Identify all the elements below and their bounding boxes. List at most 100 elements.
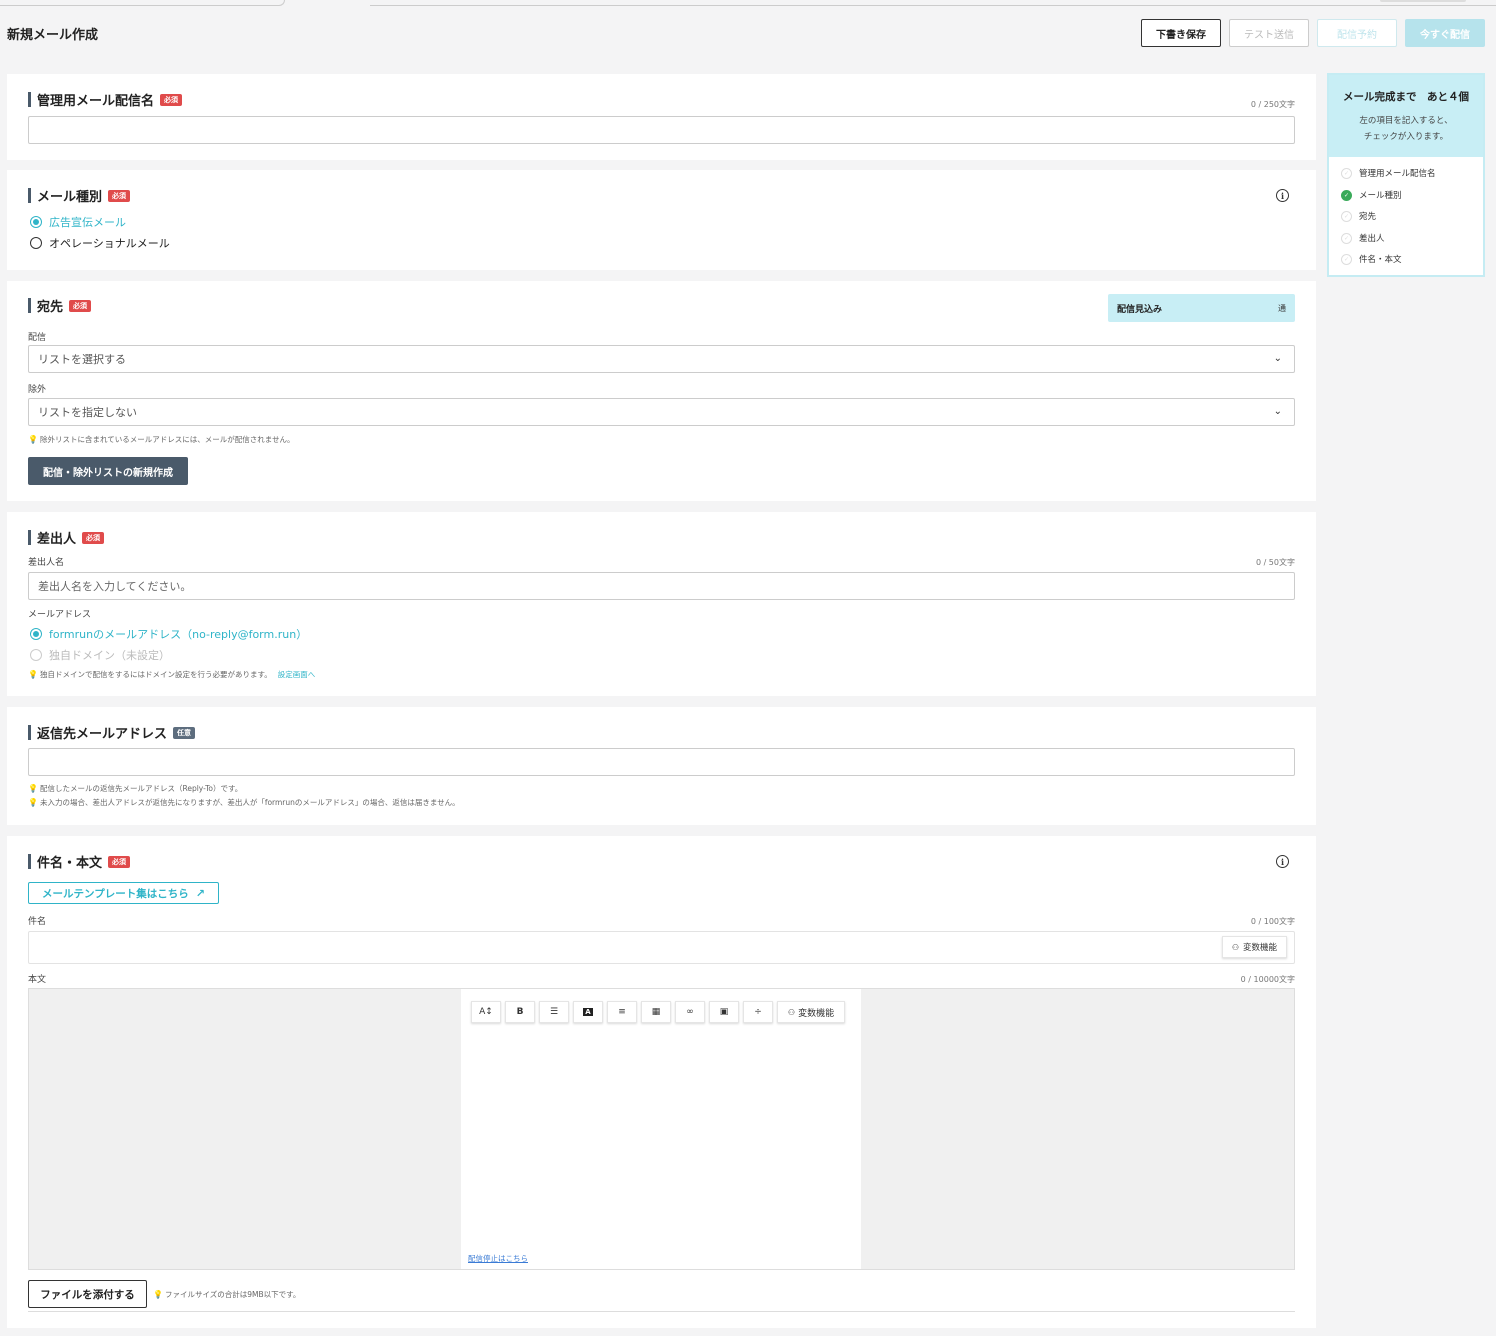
sidebar-item-subject-body: ✓ 件名・本文 — [1341, 253, 1402, 265]
info-icon[interactable]: i — [1276, 189, 1289, 202]
section-title: 返信先メールアドレス 任意 — [28, 723, 196, 742]
create-list-button[interactable]: 配信・除外リストの新規作成 — [28, 457, 188, 485]
test-send-button[interactable]: テスト送信 — [1229, 19, 1309, 47]
radio-label: 独自ドメイン（未設定） — [49, 649, 170, 662]
section-title: 管理用メール配信名 必須 — [28, 90, 183, 109]
template-link-button[interactable]: メールテンプレート集はこちら ↗ — [28, 882, 219, 904]
title-bar — [28, 854, 31, 869]
reply-hint-2: 💡 未入力の場合、差出人アドレスが返信先になりますが、差出人が「formrunの… — [28, 797, 460, 808]
unsubscribe-link[interactable]: 配信停止はこちら — [468, 1253, 528, 1264]
button-label: メールテンプレート集はこちら — [42, 887, 189, 900]
settings-link[interactable]: 設定画面へ — [278, 669, 316, 680]
save-draft-button[interactable]: 下書き保存 — [1141, 19, 1221, 47]
users-icon: ⚇ — [787, 1007, 796, 1017]
check-pending-icon: ✓ — [1341, 232, 1352, 244]
hint-text: 除外リストに含まれているメールアドレスには、メールが配信されません。 — [39, 435, 295, 444]
subtitle-line: チェックが入ります。 — [1363, 132, 1449, 142]
exclude-hint: 💡 除外リストに含まれているメールアドレスには、メールが配信されません。 — [28, 434, 295, 445]
subject-input[interactable]: ⚇ 変数機能 — [28, 931, 1295, 964]
table-icon[interactable]: ▦ — [641, 1001, 671, 1023]
char-counter: 0 / 10000文字 — [1240, 975, 1295, 984]
section-title-text: 管理用メール配信名 — [37, 94, 155, 109]
sidebar-title: メール完成まで あと４個 — [1343, 91, 1469, 103]
optional-badge: 任意 — [173, 726, 196, 739]
body-editor-frame: A↕ B ☰ A ≡ ▦ ∞ ▣ ÷ ⚇ 変数機能 配信停止はこちら — [28, 988, 1295, 1270]
divider-icon[interactable]: ÷ — [743, 1001, 773, 1023]
hint-text: 独自ドメインで配信をするにはドメイン設定を行う必要があります。 — [39, 670, 272, 679]
radio-operational[interactable]: オペレーショナルメール — [30, 235, 170, 251]
radio-unchecked-icon — [30, 237, 42, 249]
title-bar — [28, 725, 31, 740]
sidebar-item-label: 宛先 — [1359, 212, 1377, 222]
sidebar-item-sender: ✓ 差出人 — [1341, 232, 1385, 244]
exclude-select[interactable]: リストを指定しない ⌄ — [28, 398, 1295, 426]
required-badge: 必須 — [82, 531, 105, 544]
link-icon[interactable]: ∞ — [675, 1001, 705, 1023]
top-divider — [370, 5, 1496, 6]
sidebar-subtitle: 左の項目を記入すると、 チェックが入ります。 — [1329, 113, 1483, 145]
page-title: 新規メール作成 — [7, 28, 99, 43]
section-title-text: 返信先メールアドレス — [37, 727, 168, 742]
reply-to-input[interactable] — [28, 748, 1295, 776]
radio-formrun-address[interactable]: formrunのメールアドレス（no-reply@form.run） — [30, 626, 307, 642]
section-title-text: 件名・本文 — [37, 856, 103, 871]
check-pending-icon: ✓ — [1341, 210, 1352, 222]
section-admin-name: 管理用メール配信名 必須 0 / 250文字 — [7, 74, 1316, 160]
section-sender: 差出人 必須 差出人名 0 / 50文字 差出人名を入力してください。 メールア… — [7, 512, 1316, 696]
schedule-button[interactable]: 配信予約 — [1317, 19, 1397, 47]
char-counter: 0 / 50文字 — [1255, 558, 1295, 567]
required-badge: 必須 — [160, 93, 183, 106]
required-badge: 必須 — [108, 855, 131, 868]
section-title-text: 差出人 — [37, 532, 77, 547]
admin-name-input[interactable] — [28, 116, 1295, 144]
title-bar — [28, 92, 31, 107]
title-bar — [28, 530, 31, 545]
hint-text: ファイルサイズの合計は9MB以下です。 — [164, 1290, 301, 1299]
font-size-icon[interactable]: A↕ — [471, 1001, 501, 1023]
users-icon: ⚇ — [1231, 942, 1239, 952]
radio-label: 広告宣伝メール — [49, 216, 126, 229]
deliver-label: 配信 — [28, 333, 47, 343]
variable-button[interactable]: ⚇ 変数機能 — [1221, 936, 1287, 958]
sender-name-label: 差出人名 — [28, 558, 65, 568]
text-color-icon[interactable]: A — [573, 1001, 603, 1023]
variable-toolbar-button[interactable]: ⚇ 変数機能 — [777, 1001, 845, 1023]
sender-name-input[interactable]: 差出人名を入力してください。 — [28, 572, 1295, 600]
email-label: メールアドレス — [28, 610, 92, 620]
subject-label: 件名 — [28, 917, 47, 927]
body-editor[interactable]: A↕ B ☰ A ≡ ▦ ∞ ▣ ÷ ⚇ 変数機能 配信停止はこちら — [461, 989, 861, 1269]
image-icon[interactable]: ▣ — [709, 1001, 739, 1023]
bold-icon[interactable]: B — [505, 1001, 535, 1023]
info-icon[interactable]: i — [1276, 855, 1289, 868]
select-value: リストを指定しない — [38, 406, 137, 419]
required-badge: 必須 — [108, 189, 131, 202]
estimate-unit: 通 — [1278, 303, 1286, 313]
send-now-button[interactable]: 今すぐ配信 — [1405, 19, 1485, 47]
sidebar-item-admin-name: ✓ 管理用メール配信名 — [1341, 167, 1436, 179]
list-icon[interactable]: ☰ — [539, 1001, 569, 1023]
section-title: 件名・本文 必須 — [28, 852, 131, 871]
check-done-icon: ✓ — [1341, 189, 1352, 201]
estimate-label: 配信見込み — [1117, 304, 1163, 315]
radio-disabled-icon — [30, 649, 42, 661]
radio-advertising[interactable]: 広告宣伝メール — [30, 214, 126, 230]
section-title: 差出人 必須 — [28, 528, 105, 547]
align-icon[interactable]: ≡ — [607, 1001, 637, 1023]
sidebar-item-label: 件名・本文 — [1359, 255, 1402, 265]
radio-custom-domain[interactable]: 独自ドメイン（未設定） — [30, 647, 170, 663]
external-link-icon: ↗ — [195, 886, 205, 900]
sidebar-item-label: メール種別 — [1359, 191, 1402, 201]
deliver-select[interactable]: リストを選択する ⌄ — [28, 345, 1295, 373]
title-bar — [28, 188, 31, 203]
divider — [28, 1311, 1295, 1312]
bulb-icon: 💡 — [28, 784, 38, 793]
button-label: 変数機能 — [1242, 943, 1277, 953]
attach-hint: 💡 ファイルサイズの合計は9MB以下です。 — [153, 1289, 300, 1300]
sidebar-item-mail-type: ✓ メール種別 — [1341, 189, 1402, 201]
select-value: リストを選択する — [38, 353, 126, 366]
reply-hint-1: 💡 配信したメールの返信先メールアドレス（Reply-To）です。 — [28, 783, 242, 794]
exclude-label: 除外 — [28, 385, 47, 395]
top-tab-strip — [0, 0, 1496, 6]
attach-file-button[interactable]: ファイルを添付する — [28, 1280, 147, 1308]
completion-sidebar: メール完成まで あと４個 左の項目を記入すると、 チェックが入ります。 ✓ 管理… — [1327, 73, 1485, 277]
